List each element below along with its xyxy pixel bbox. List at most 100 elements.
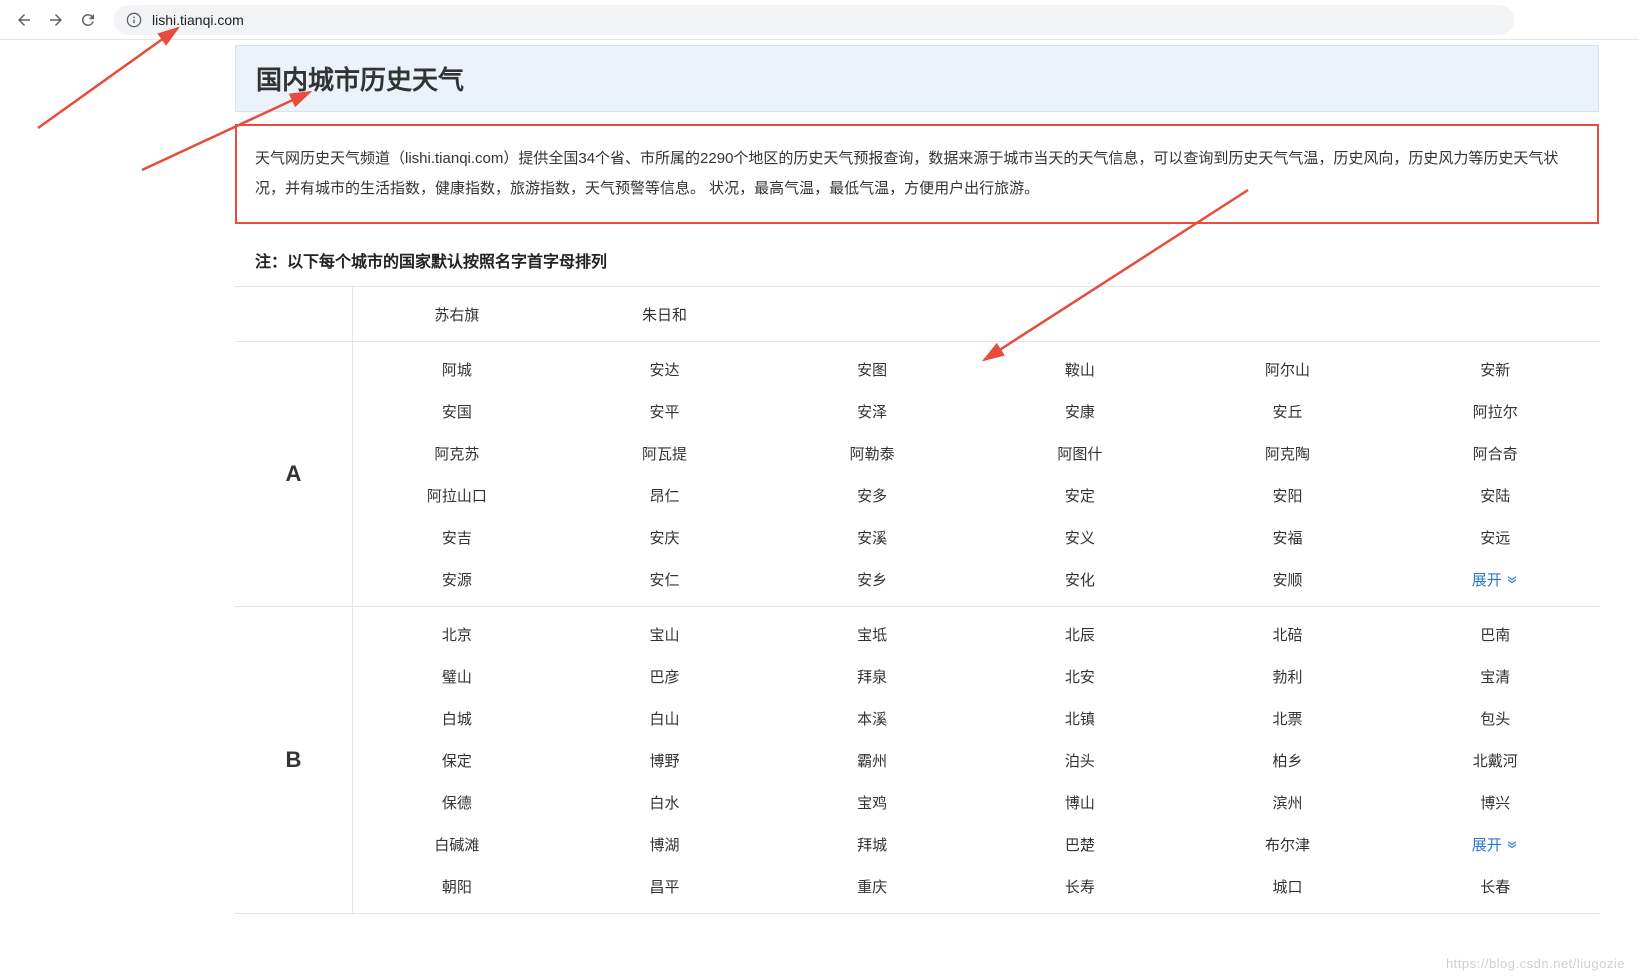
- city-link[interactable]: 滨州: [1184, 792, 1392, 813]
- city-link[interactable]: 柏乡: [1184, 750, 1392, 771]
- city-link[interactable]: 本溪: [768, 708, 976, 729]
- city-link[interactable]: 安陆: [1391, 485, 1599, 506]
- description-box: 天气网历史天气频道（lishi.tianqi.com）提供全国34个省、市所属的…: [235, 124, 1599, 224]
- city-link[interactable]: 昂仁: [561, 485, 769, 506]
- city-link[interactable]: 安多: [768, 485, 976, 506]
- info-icon: [126, 12, 142, 28]
- city-link[interactable]: 泊头: [976, 750, 1184, 771]
- city-link[interactable]: 北碚: [1184, 624, 1392, 645]
- city-link[interactable]: 安仁: [561, 569, 769, 590]
- address-bar[interactable]: lishi.tianqi.com: [114, 5, 1514, 35]
- city-link[interactable]: 阿克陶: [1184, 443, 1392, 464]
- city-link[interactable]: 安源: [353, 569, 561, 590]
- city-link[interactable]: 保德: [353, 792, 561, 813]
- city-link[interactable]: 安丘: [1184, 401, 1392, 422]
- city-link[interactable]: 布尔津: [1184, 834, 1392, 855]
- city-link[interactable]: 巴南: [1391, 624, 1599, 645]
- city-section-row: A阿城安达安图鞍山阿尔山安新安国安平安泽安康安丘阿拉尔阿克苏阿瓦提阿勒泰阿图什阿…: [235, 342, 1599, 607]
- city-link[interactable]: 博野: [561, 750, 769, 771]
- city-section-row: 苏右旗朱日和: [235, 287, 1599, 342]
- city-link[interactable]: 安泽: [768, 401, 976, 422]
- city-link[interactable]: 长春: [1391, 876, 1599, 897]
- expand-button[interactable]: 展开: [1391, 569, 1599, 590]
- city-link[interactable]: 白水: [561, 792, 769, 813]
- city-list: 苏右旗朱日和A阿城安达安图鞍山阿尔山安新安国安平安泽安康安丘阿拉尔阿克苏阿瓦提阿…: [235, 286, 1599, 914]
- city-link[interactable]: 阿拉山口: [353, 485, 561, 506]
- city-link[interactable]: 安阳: [1184, 485, 1392, 506]
- city-link[interactable]: 北辰: [976, 624, 1184, 645]
- city-link[interactable]: 北京: [353, 624, 561, 645]
- city-link[interactable]: 拜城: [768, 834, 976, 855]
- cities-column: 苏右旗朱日和: [353, 287, 1599, 341]
- city-line: 保定博野霸州泊头柏乡北戴河: [353, 739, 1599, 781]
- city-link[interactable]: 宝鸡: [768, 792, 976, 813]
- city-link[interactable]: 巴彦: [561, 666, 769, 687]
- city-link[interactable]: 北票: [1184, 708, 1392, 729]
- city-link[interactable]: 宝坻: [768, 624, 976, 645]
- city-link[interactable]: 城口: [1184, 876, 1392, 897]
- city-link[interactable]: 安远: [1391, 527, 1599, 548]
- city-link[interactable]: 阿勒泰: [768, 443, 976, 464]
- city-link[interactable]: 拜泉: [768, 666, 976, 687]
- url-text: lishi.tianqi.com: [152, 12, 244, 28]
- city-link[interactable]: 安图: [768, 359, 976, 380]
- city-link[interactable]: 霸州: [768, 750, 976, 771]
- city-link[interactable]: 安化: [976, 569, 1184, 590]
- city-link[interactable]: 阿图什: [976, 443, 1184, 464]
- city-link[interactable]: 北镇: [976, 708, 1184, 729]
- city-link[interactable]: 勃利: [1184, 666, 1392, 687]
- city-line: 白城白山本溪北镇北票包头: [353, 697, 1599, 739]
- expand-button[interactable]: 展开: [1391, 834, 1599, 855]
- city-link[interactable]: 阿瓦提: [561, 443, 769, 464]
- city-link[interactable]: 朝阳: [353, 876, 561, 897]
- city-link[interactable]: 安定: [976, 485, 1184, 506]
- city-line: 阿克苏阿瓦提阿勒泰阿图什阿克陶阿合奇: [353, 432, 1599, 474]
- city-link[interactable]: 阿拉尔: [1391, 401, 1599, 422]
- city-link[interactable]: 白碱滩: [353, 834, 561, 855]
- city-link[interactable]: 安顺: [1184, 569, 1392, 590]
- city-link[interactable]: 包头: [1391, 708, 1599, 729]
- city-link[interactable]: 安福: [1184, 527, 1392, 548]
- back-button[interactable]: [10, 6, 38, 34]
- city-link[interactable]: 北戴河: [1391, 750, 1599, 771]
- city-line: 安源安仁安乡安化安顺展开: [353, 558, 1599, 600]
- city-link[interactable]: 阿合奇: [1391, 443, 1599, 464]
- city-link[interactable]: 博山: [976, 792, 1184, 813]
- city-link[interactable]: 白山: [561, 708, 769, 729]
- city-link[interactable]: 昌平: [561, 876, 769, 897]
- city-link[interactable]: 巴楚: [976, 834, 1184, 855]
- city-link[interactable]: 宝清: [1391, 666, 1599, 687]
- city-link[interactable]: 宝山: [561, 624, 769, 645]
- city-link[interactable]: 安溪: [768, 527, 976, 548]
- city-link[interactable]: 白城: [353, 708, 561, 729]
- browser-toolbar: lishi.tianqi.com: [0, 0, 1639, 40]
- letter-column: B: [235, 607, 353, 913]
- city-link[interactable]: 博兴: [1391, 792, 1599, 813]
- refresh-button[interactable]: [74, 6, 102, 34]
- city-link[interactable]: 阿克苏: [353, 443, 561, 464]
- city-link[interactable]: 阿尔山: [1184, 359, 1392, 380]
- city-link[interactable]: 鞍山: [976, 359, 1184, 380]
- city-link[interactable]: 璧山: [353, 666, 561, 687]
- city-link[interactable]: 阿城: [353, 359, 561, 380]
- city-link[interactable]: 北安: [976, 666, 1184, 687]
- city-line: 白碱滩博湖拜城巴楚布尔津展开: [353, 823, 1599, 865]
- city-link[interactable]: 安乡: [768, 569, 976, 590]
- city-link[interactable]: 长寿: [976, 876, 1184, 897]
- city-link[interactable]: 博湖: [561, 834, 769, 855]
- city-link[interactable]: 朱日和: [561, 304, 769, 325]
- city-link[interactable]: 安庆: [561, 527, 769, 548]
- cities-column: 阿城安达安图鞍山阿尔山安新安国安平安泽安康安丘阿拉尔阿克苏阿瓦提阿勒泰阿图什阿克…: [353, 342, 1599, 606]
- city-link[interactable]: 安康: [976, 401, 1184, 422]
- city-link[interactable]: 苏右旗: [353, 304, 561, 325]
- city-link[interactable]: 安国: [353, 401, 561, 422]
- city-line: 安吉安庆安溪安义安福安远: [353, 516, 1599, 558]
- city-link[interactable]: 安平: [561, 401, 769, 422]
- forward-button[interactable]: [42, 6, 70, 34]
- city-link[interactable]: 保定: [353, 750, 561, 771]
- city-link[interactable]: 安达: [561, 359, 769, 380]
- city-link[interactable]: 安义: [976, 527, 1184, 548]
- city-link[interactable]: 重庆: [768, 876, 976, 897]
- city-link[interactable]: 安吉: [353, 527, 561, 548]
- city-link[interactable]: 安新: [1391, 359, 1599, 380]
